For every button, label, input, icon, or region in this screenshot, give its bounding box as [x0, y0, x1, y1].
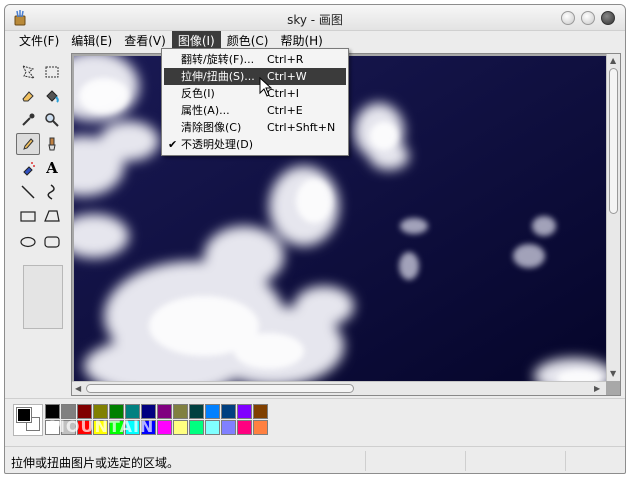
fill-bucket-icon[interactable] — [40, 85, 64, 107]
menu-item-label: 拉伸/扭曲(S)... — [181, 70, 255, 83]
rect-select-icon[interactable] — [40, 61, 64, 83]
status-cell-size — [465, 451, 565, 471]
scroll-up-icon[interactable]: ▲ — [610, 56, 616, 66]
menu-edit[interactable]: 编辑(E) — [65, 31, 118, 51]
maximize-button[interactable] — [581, 11, 595, 25]
color-swatch[interactable] — [189, 420, 204, 435]
tool-options-box[interactable] — [23, 265, 63, 329]
text-icon[interactable]: A — [40, 157, 64, 179]
rectangle-icon[interactable] — [16, 205, 40, 227]
horizontal-scroll-thumb[interactable] — [86, 384, 354, 393]
scroll-left-icon[interactable]: ◀ — [75, 384, 81, 394]
menu-item-stretch-skew[interactable]: 拉伸/扭曲(S)... Ctrl+W — [164, 68, 346, 85]
free-select-icon[interactable] — [16, 61, 40, 83]
rounded-rect-icon[interactable] — [40, 231, 64, 253]
curve-icon[interactable] — [40, 181, 64, 203]
menu-item-flip-rotate[interactable]: 翻转/旋转(F)... Ctrl+R — [164, 51, 346, 68]
minimize-button[interactable] — [561, 11, 575, 25]
line-icon[interactable] — [16, 181, 40, 203]
brush-icon[interactable] — [40, 133, 64, 155]
color-swatch[interactable] — [173, 404, 188, 419]
scroll-down-icon[interactable]: ▼ — [610, 369, 616, 379]
close-button[interactable] — [601, 11, 615, 25]
color-swatch[interactable] — [253, 420, 268, 435]
toolbox: A — [13, 57, 69, 397]
color-swatch[interactable] — [237, 420, 252, 435]
watermark: MOUNTAIN — [49, 417, 155, 436]
color-swatch[interactable] — [205, 420, 220, 435]
menu-item-invert-colors[interactable]: 反色(I) Ctrl+I — [164, 85, 346, 102]
color-swatch[interactable] — [237, 404, 252, 419]
ellipse-icon[interactable] — [16, 231, 40, 253]
image-menu-dropdown: 翻转/旋转(F)... Ctrl+R 拉伸/扭曲(S)... Ctrl+W 反色… — [161, 48, 349, 156]
polygon-icon[interactable] — [40, 205, 64, 227]
mouse-cursor-icon — [259, 77, 273, 97]
menu-item-clear-image[interactable]: 清除图像(C) Ctrl+Shft+N — [164, 119, 346, 136]
menu-file[interactable]: 文件(F) — [13, 31, 65, 51]
foreground-color-swatch[interactable] — [16, 407, 32, 423]
status-cell-position — [365, 451, 465, 471]
color-palette: MOUNTAIN — [5, 398, 625, 444]
title-bar[interactable]: sky - 画图 — [5, 5, 625, 31]
color-swatch[interactable] — [189, 404, 204, 419]
window-title: sky - 画图 — [287, 13, 343, 27]
vertical-scroll-thumb[interactable] — [609, 68, 618, 214]
menu-item-shortcut: Ctrl+E — [267, 104, 303, 117]
color-swatch[interactable] — [221, 404, 236, 419]
airbrush-icon[interactable] — [16, 157, 40, 179]
menu-item-shortcut: Ctrl+Shft+N — [267, 121, 336, 134]
scroll-right-icon[interactable]: ▶ — [594, 384, 600, 394]
pencil-icon[interactable] — [16, 133, 40, 155]
menu-item-label: 清除图像(C) — [181, 121, 242, 134]
checkmark-icon: ✔ — [168, 138, 178, 151]
menu-item-attributes[interactable]: 属性(A)... Ctrl+E — [164, 102, 346, 119]
color-swatch[interactable] — [173, 420, 188, 435]
menu-item-label: 翻转/旋转(F)... — [181, 53, 255, 66]
eraser-icon[interactable] — [16, 85, 40, 107]
status-cell-grip — [565, 451, 615, 471]
horizontal-scrollbar[interactable]: ◀ ▶ — [72, 381, 606, 395]
color-swatch[interactable] — [205, 404, 220, 419]
current-colors[interactable] — [13, 404, 43, 436]
menu-item-draw-opaque[interactable]: ✔ 不透明处理(D) — [164, 136, 346, 153]
status-text: 拉伸或扭曲图片或选定的区域。 — [11, 456, 180, 470]
menu-item-label: 不透明处理(D) — [181, 138, 254, 151]
menu-item-shortcut: Ctrl+R — [267, 53, 304, 66]
menu-item-label: 属性(A)... — [181, 104, 230, 117]
status-bar: 拉伸或扭曲图片或选定的区域。 — [5, 446, 625, 473]
menu-item-label: 反色(I) — [181, 87, 215, 100]
color-picker-icon[interactable] — [16, 109, 40, 131]
color-swatch[interactable] — [253, 404, 268, 419]
color-swatch[interactable] — [157, 420, 172, 435]
vertical-scrollbar[interactable]: ▲ ▼ — [606, 54, 620, 381]
magnifier-icon[interactable] — [40, 109, 64, 131]
color-swatch[interactable] — [157, 404, 172, 419]
color-swatch[interactable] — [221, 420, 236, 435]
